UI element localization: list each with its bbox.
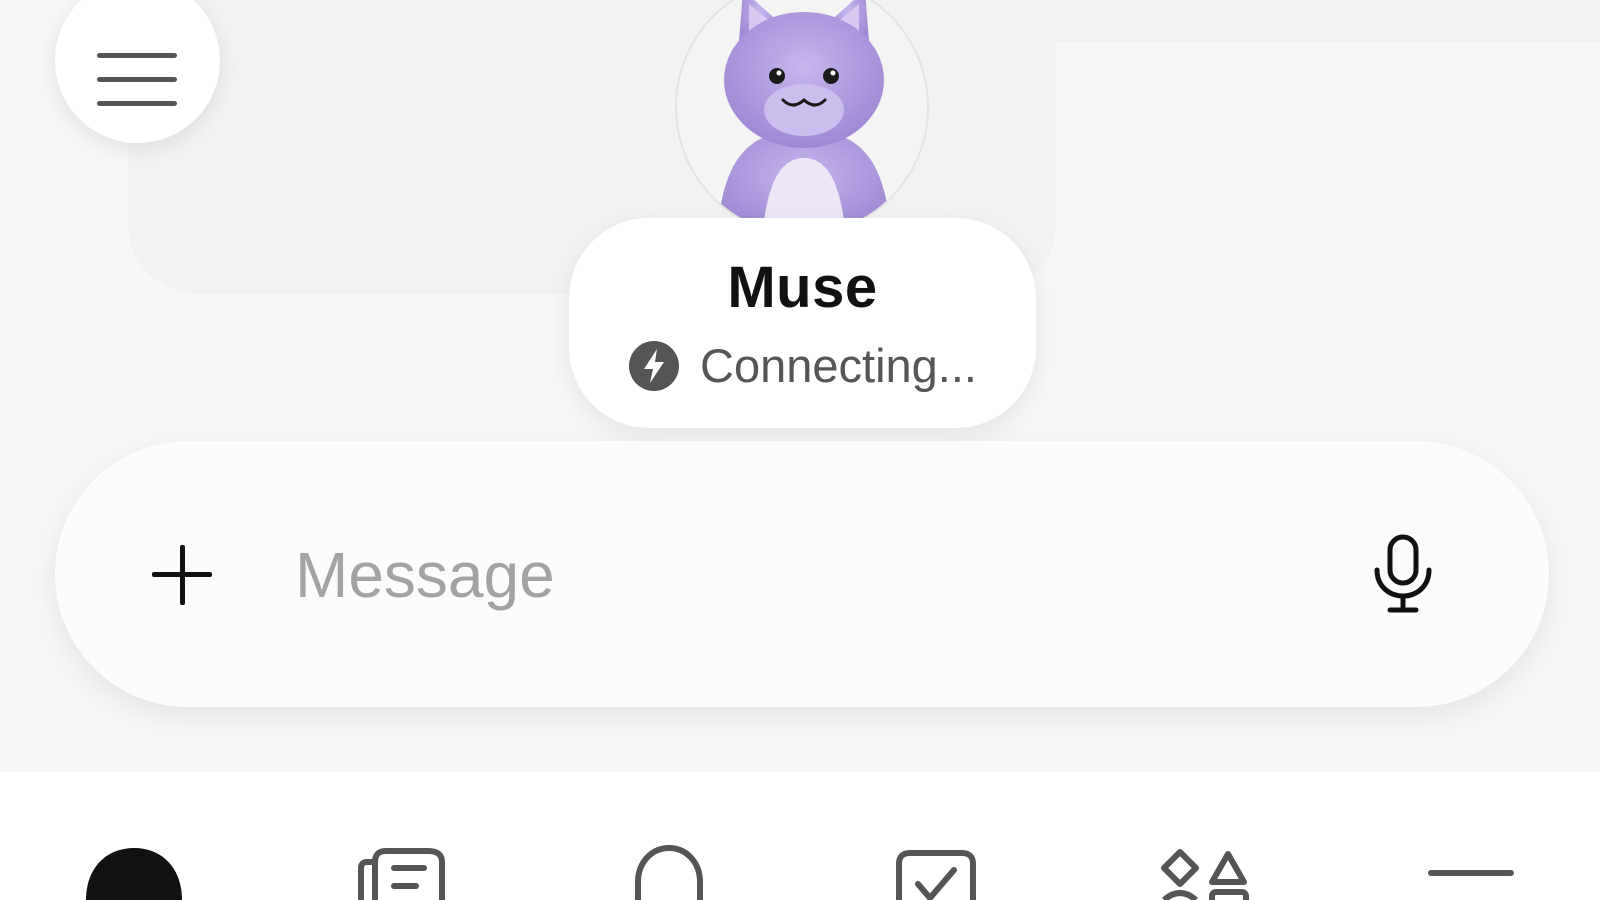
news-icon[interactable] — [358, 848, 446, 900]
apps-icon[interactable] — [1158, 848, 1250, 900]
home-icon[interactable] — [86, 848, 182, 900]
agent-card: Muse Connecting... — [569, 218, 1036, 428]
status-text: Connecting... — [700, 339, 977, 392]
bottom-navigation — [0, 772, 1600, 900]
lightning-icon — [629, 340, 680, 391]
plus-icon — [152, 545, 212, 605]
tasks-icon[interactable] — [896, 850, 976, 900]
more-icon[interactable] — [1428, 868, 1514, 878]
agent-status: Connecting... — [569, 338, 1036, 393]
chat-icon[interactable] — [634, 844, 704, 900]
agent-name: Muse — [727, 255, 878, 320]
background-strip — [1056, 0, 1600, 42]
message-composer — [55, 441, 1549, 707]
add-attachment-button[interactable] — [147, 540, 217, 610]
voice-input-button[interactable] — [1363, 533, 1443, 615]
message-input[interactable] — [295, 527, 1315, 623]
microphone-icon — [1374, 534, 1432, 613]
menu-icon — [96, 52, 177, 106]
